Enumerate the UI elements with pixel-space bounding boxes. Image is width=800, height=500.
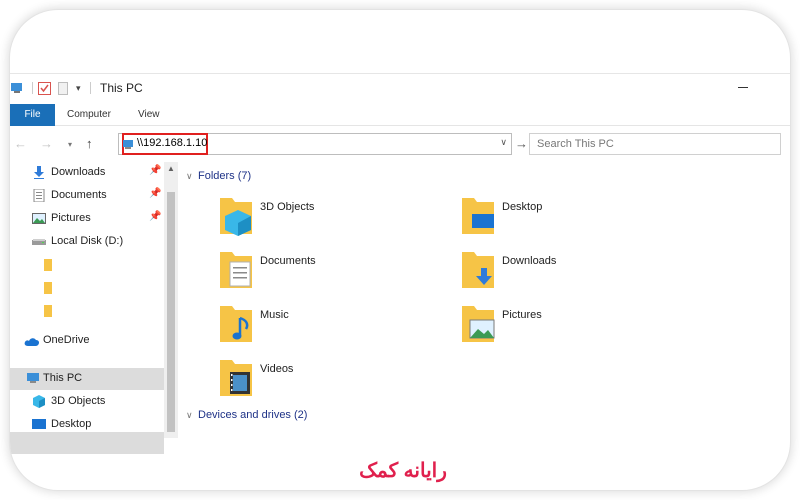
rounded-frame: ▾ This PC File Computer View ← → ▾ ↑ \\1… — [10, 10, 790, 490]
sidebar-item-label: Local Disk (D:) — [51, 235, 124, 247]
this-pc-icon — [26, 372, 40, 385]
content-pane: ∨ Folders (7) 3D Objects Desktop Documen… — [178, 162, 790, 438]
properties-checkbox-icon[interactable] — [38, 81, 51, 95]
pin-icon[interactable]: 📌 — [149, 165, 161, 176]
folder-documents[interactable]: Documents — [218, 248, 448, 294]
sidebar-item-label: This PC — [43, 372, 83, 384]
documents-icon — [32, 188, 46, 203]
sidebar-item-folder[interactable] — [10, 277, 164, 299]
sidebar-item-onedrive[interactable]: OneDrive — [10, 330, 164, 352]
folder-icon — [44, 258, 52, 271]
pin-icon[interactable]: 📌 — [149, 188, 161, 199]
new-folder-icon[interactable] — [58, 81, 68, 95]
sidebar-item-local-disk[interactable]: Local Disk (D:) — [10, 231, 164, 253]
sidebar-item-pictures[interactable]: Pictures 📌 — [10, 208, 164, 230]
sidebar-item-3d-objects[interactable]: 3D Objects — [10, 391, 164, 413]
address-bar[interactable]: \\192.168.1.10 ∨ — [118, 133, 512, 155]
folder-downloads[interactable]: Downloads — [460, 248, 690, 294]
downloads-icon — [32, 166, 46, 179]
minimize-button[interactable] — [738, 87, 748, 88]
go-arrow-icon[interactable]: → — [515, 136, 528, 151]
folder-label: Desktop — [502, 201, 543, 213]
folder-icon — [44, 281, 52, 294]
sidebar-item-folder[interactable] — [10, 254, 164, 276]
sidebar-item-label: Desktop — [51, 418, 92, 430]
music-folder-icon — [218, 302, 254, 344]
customize-toolbar-icon[interactable]: ▾ — [76, 81, 81, 95]
devices-header-label: Devices and drives (2) — [198, 409, 308, 421]
folder-label: Pictures — [502, 309, 542, 321]
folder-3d-objects[interactable]: 3D Objects — [218, 194, 448, 240]
desktop-folder-icon — [460, 194, 496, 236]
scroll-thumb[interactable] — [167, 192, 175, 432]
collapse-chevron-icon[interactable]: ∨ — [186, 410, 198, 421]
pictures-folder-icon — [460, 302, 496, 344]
downloads-folder-icon — [460, 248, 496, 290]
pictures-icon — [32, 212, 46, 225]
sidebar-item-downloads[interactable]: Downloads 📌 — [10, 162, 164, 184]
brand-logo: رایانه کمک — [359, 460, 447, 482]
folders-header-label: Folders (7) — [198, 170, 252, 182]
search-box[interactable]: Search This PC — [529, 133, 781, 155]
onedrive-cloud-icon — [24, 334, 40, 347]
drive-icon — [32, 235, 46, 248]
folder-label: Videos — [260, 363, 294, 375]
tab-view[interactable]: View — [138, 104, 160, 126]
folder-music[interactable]: Music — [218, 302, 448, 348]
sidebar-item-desktop[interactable]: Desktop — [10, 414, 164, 436]
address-dropdown-icon[interactable]: ∨ — [500, 137, 507, 148]
ribbon: File Computer View — [10, 104, 790, 126]
3d-objects-icon — [32, 395, 46, 408]
folder-desktop[interactable]: Desktop — [460, 194, 690, 240]
sidebar-item-label: Downloads — [51, 166, 106, 178]
scroll-up-icon[interactable]: ▲ — [167, 164, 175, 173]
devices-group-header[interactable]: ∨ Devices and drives (2) — [186, 409, 307, 421]
up-arrow-icon[interactable]: ↑ — [86, 136, 93, 151]
sidebar-scrollbar[interactable]: ▲ — [164, 162, 178, 438]
divider — [90, 81, 91, 95]
folder-label: Downloads — [502, 255, 557, 267]
forward-arrow-icon[interactable]: → — [40, 136, 53, 151]
sidebar-item-label: 3D Objects — [51, 395, 106, 407]
folder-videos[interactable]: Videos — [218, 356, 448, 402]
divider — [32, 81, 33, 95]
folder-pictures[interactable]: Pictures — [460, 302, 690, 348]
explorer-app-icon[interactable] — [10, 81, 24, 95]
search-input[interactable]: Search This PC — [537, 138, 614, 150]
address-input[interactable]: \\192.168.1.10 — [137, 137, 207, 149]
sidebar-item-label: Documents — [51, 189, 107, 201]
folder-icon — [44, 304, 52, 317]
sidebar-item-documents[interactable]: Documents 📌 — [10, 185, 164, 207]
tab-file[interactable]: File — [10, 104, 55, 126]
folders-group-header[interactable]: ∨ Folders (7) — [186, 170, 251, 182]
sidebar-item-this-pc[interactable]: This PC — [10, 368, 164, 390]
computer-icon — [122, 138, 135, 156]
window-title: This PC — [100, 81, 143, 95]
folder-label: Documents — [260, 255, 316, 267]
file-explorer-window: ▾ This PC File Computer View ← → ▾ ↑ \\1… — [10, 73, 790, 454]
folder-label: Music — [260, 309, 289, 321]
back-arrow-icon[interactable]: ← — [14, 136, 27, 151]
desktop-icon — [32, 418, 46, 431]
tab-computer[interactable]: Computer — [67, 104, 111, 126]
collapse-chevron-icon[interactable]: ∨ — [186, 171, 198, 182]
recent-locations-chevron-icon[interactable]: ▾ — [68, 140, 72, 149]
sidebar-item-label: Pictures — [51, 212, 91, 224]
documents-folder-icon — [218, 248, 254, 290]
navigation-bar: ← → ▾ ↑ \\192.168.1.10 ∨ → Search This P… — [10, 132, 790, 158]
sidebar-item-folder[interactable] — [10, 300, 164, 322]
title-bar: ▾ This PC — [10, 74, 790, 102]
videos-folder-icon — [218, 356, 254, 398]
folder-label: 3D Objects — [260, 201, 315, 213]
3d-objects-folder-icon — [218, 194, 254, 236]
sidebar-item-label: OneDrive — [43, 334, 90, 346]
pin-icon[interactable]: 📌 — [149, 211, 161, 222]
